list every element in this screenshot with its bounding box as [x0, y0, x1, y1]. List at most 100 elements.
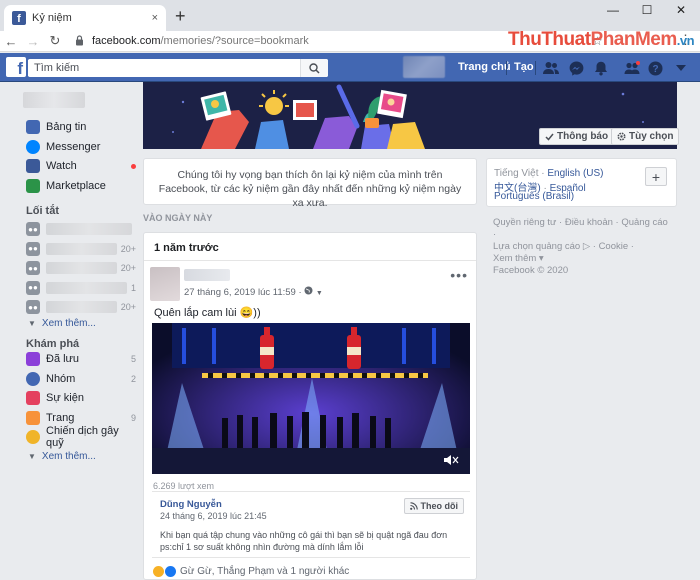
group-icon: ●● — [26, 222, 40, 236]
new-tab-button[interactable]: + — [175, 7, 186, 25]
sidebar-item-marketplace[interactable]: Marketplace — [26, 177, 136, 195]
follow-button[interactable]: Theo dõi — [403, 498, 464, 514]
language-english[interactable]: English (US) — [547, 168, 603, 179]
customize-button[interactable]: Tùy chọn — [611, 128, 680, 145]
sidebar-shortcut-group[interactable]: ●● 1 — [26, 279, 136, 297]
sidebar-item-label: Sự kiện — [46, 392, 84, 404]
group-name — [46, 281, 127, 294]
create-link[interactable]: Tạo — [514, 61, 534, 73]
facebook-logo[interactable]: f — [6, 57, 26, 77]
forward-arrow-icon[interactable]: → — [22, 34, 44, 49]
shared-author-name[interactable]: Dũng Nguyễn — [160, 499, 222, 510]
shared-text: Khi bạn quá tập chung vào những cô gái t… — [160, 529, 447, 553]
tab-close-icon[interactable]: × — [152, 12, 158, 24]
sidebar-item-watch[interactable]: Watch — [26, 157, 136, 175]
help-icon[interactable]: ? — [645, 58, 665, 78]
group-icon: ●● — [26, 261, 40, 275]
new-content-dot — [131, 163, 136, 169]
url-path: /memories/?source=bookmark — [160, 35, 309, 47]
notifications-settings-button[interactable]: Thông báo — [539, 128, 615, 145]
more-languages-button[interactable]: + — [645, 167, 667, 186]
saved-icon — [26, 352, 40, 366]
sidebar-shortcut-group[interactable]: ●● 20+ — [26, 240, 136, 258]
sidebar-item-events[interactable]: Sự kiện — [26, 389, 136, 407]
watch-icon — [26, 159, 40, 173]
language-row: Tiếng Việt · English (US) — [494, 168, 604, 179]
see-more-label: Xem thêm... — [41, 318, 96, 329]
watermark-part2: PhanMem — [590, 29, 678, 50]
messenger-icon[interactable] — [566, 58, 586, 78]
search-button[interactable] — [300, 59, 328, 77]
notifications-bell-icon[interactable] — [591, 58, 611, 78]
group-count: 20+ — [120, 302, 136, 312]
quick-help-people-icon[interactable] — [622, 58, 642, 78]
pages-icon — [26, 410, 40, 425]
privacy-chevron-icon[interactable]: ▼ — [316, 290, 323, 297]
back-arrow-icon[interactable]: ← — [0, 34, 22, 49]
sidebar-item-fundraiser[interactable]: Chiến dịch gây quỹ — [26, 425, 136, 449]
window-close-button[interactable]: ✕ — [664, 0, 698, 20]
chevron-down-icon: ▼ — [28, 452, 36, 461]
language-selector: Tiếng Việt · English (US) 中文(台灣) · Españ… — [486, 158, 677, 207]
search-icon — [309, 62, 320, 74]
sidebar-item-label: Trang — [46, 411, 75, 424]
memory-card: 1 năm trước 27 tháng 6, 2019 lúc 11:59 ·… — [143, 232, 477, 580]
group-name — [46, 242, 117, 255]
fundraiser-icon — [26, 430, 40, 444]
group-count: 20+ — [120, 263, 136, 273]
footer-line[interactable]: Lựa chọn quảng cáo ▷ · Cookie · — [493, 241, 673, 253]
watermark-part1: ThuThuat — [508, 29, 591, 50]
sidebar-item-saved[interactable]: Đã lưu 5 — [26, 350, 136, 368]
copyright: Facebook © 2020 — [493, 265, 569, 276]
search-input[interactable] — [28, 60, 300, 76]
memory-card-title: 1 năm trước — [144, 233, 476, 261]
sidebar-item-count: 9 — [130, 412, 136, 423]
reload-icon[interactable]: ↻ — [44, 33, 66, 49]
url-host: facebook.com — [92, 35, 161, 47]
shared-timestamp[interactable]: 24 tháng 6, 2019 lúc 21:45 — [160, 511, 267, 521]
maximize-button[interactable]: ☐ — [630, 0, 664, 20]
url-field[interactable]: facebook.com/memories/?source=bookmark — [92, 35, 309, 47]
post-author-avatar[interactable] — [150, 267, 180, 301]
on-this-day-heading: VÀO NGÀY NÀY — [143, 213, 213, 223]
follow-label: Theo dõi — [420, 501, 459, 511]
sidebar-shortcut-group[interactable]: ●● — [26, 220, 136, 238]
see-more-explore-link[interactable]: ▼ Xem thêm... — [28, 451, 96, 462]
browser-tab[interactable]: f Kỷ niệm × — [4, 5, 166, 31]
profile-name-link[interactable] — [23, 92, 85, 108]
privacy-globe-icon[interactable] — [304, 286, 316, 298]
profile-avatar[interactable] — [403, 56, 445, 78]
sidebar-item-label: Đã lưu — [46, 353, 80, 365]
sidebar-item-pages[interactable]: Trang 9 — [26, 409, 136, 427]
reactions-text: Gừ Gừ, Thắng Phạm và 1 người khác — [180, 566, 350, 577]
account-menu-chevron-icon[interactable] — [671, 58, 691, 78]
sidebar-item-bảng-tin[interactable]: Bảng tin — [26, 118, 136, 136]
sidebar-shortcut-group[interactable]: ●● 20+ — [26, 298, 136, 316]
post-author-name[interactable] — [184, 269, 230, 281]
home-link[interactable]: Trang chủ — [458, 61, 511, 73]
haha-reaction-icon — [153, 566, 164, 577]
chevron-down-icon: ▼ — [28, 319, 36, 328]
lock-icon[interactable] — [72, 34, 86, 48]
sidebar-item-label: Chiến dịch gây quỹ — [46, 425, 119, 449]
footer-line[interactable]: Xem thêm ▾ — [493, 253, 673, 265]
sidebar-item-groups[interactable]: Nhóm 2 — [26, 370, 136, 388]
post-options-icon[interactable]: ••• — [450, 267, 468, 283]
footer-line[interactable]: Quyền riêng tư · Điều khoản · Quảng cáo … — [493, 217, 673, 241]
gear-icon — [617, 132, 626, 141]
language-portuguese[interactable]: Português (Brasil) — [494, 191, 574, 202]
post-video[interactable] — [152, 323, 470, 474]
facebook-header: f Trang chủ Tạo ? — [0, 53, 700, 82]
sidebar-shortcut-group[interactable]: ●● 20+ — [26, 259, 136, 277]
post-timestamp[interactable]: 27 tháng 6, 2019 lúc 11:59 · — [184, 287, 304, 298]
sidebar-item-messenger[interactable]: Messenger — [26, 138, 136, 156]
see-more-shortcuts-link[interactable]: ▼ Xem thêm... — [28, 318, 96, 329]
minimize-button[interactable]: — — [596, 0, 630, 20]
friend-requests-icon[interactable] — [541, 58, 561, 78]
group-icon: ●● — [26, 280, 40, 295]
reactions-summary[interactable]: Gừ Gừ, Thắng Phạm và 1 người khác — [153, 566, 349, 577]
left-sidebar: Bảng tin Messenger Watch Marketplace Lối tắ… — [0, 82, 143, 580]
sidebar-item-count: 2 — [130, 373, 136, 384]
group-name — [46, 262, 117, 274]
footer-links: Quyền riêng tư · Điều khoản · Quảng cáo … — [493, 217, 673, 277]
